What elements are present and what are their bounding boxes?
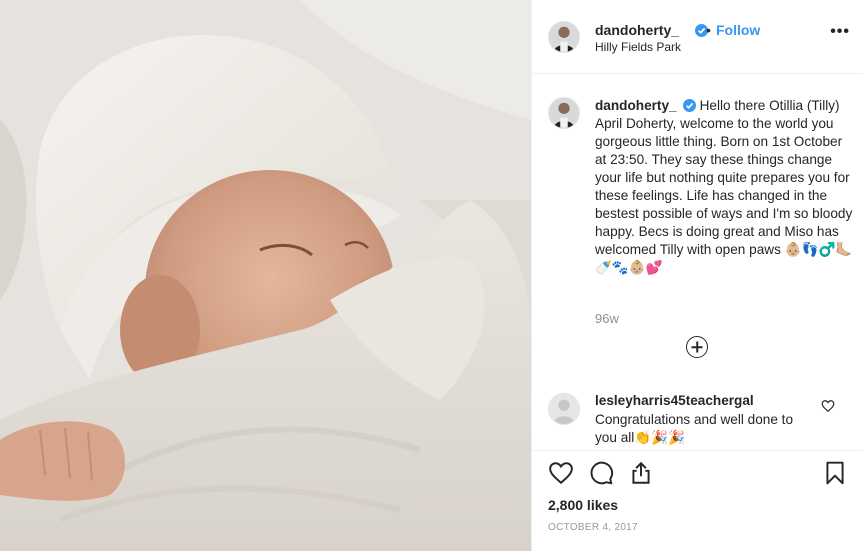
post-photo[interactable] — [0, 0, 531, 551]
comment-icon[interactable] — [588, 460, 614, 486]
share-icon[interactable] — [628, 460, 654, 486]
post-sidebar: dandoherty_ • Follow Hilly Fields Park •… — [531, 0, 863, 551]
instagram-post: dandoherty_ • Follow Hilly Fields Park •… — [0, 0, 863, 551]
caption-username[interactable]: dandoherty_ — [595, 98, 677, 113]
caption-text: Hello there Otillia (Tilly) April Dohert… — [595, 98, 853, 275]
likes-count[interactable]: 2,800 likes — [548, 497, 618, 513]
caption-avatar[interactable] — [548, 97, 580, 129]
post-caption: dandoherty_ Hello there Otillia (Tilly) A… — [595, 97, 853, 277]
commenter-avatar[interactable] — [548, 393, 580, 425]
post-date[interactable]: OCTOBER 4, 2017 — [548, 522, 638, 533]
follow-button[interactable]: Follow — [716, 22, 760, 38]
location-link[interactable]: Hilly Fields Park — [595, 40, 681, 54]
comment-username[interactable]: lesleyharris45teachergal — [595, 393, 754, 408]
comment-like-heart-icon[interactable] — [821, 399, 835, 413]
newborn-photo — [0, 0, 531, 551]
default-avatar-icon — [549, 394, 579, 424]
more-options-icon[interactable]: ••• — [830, 24, 850, 40]
avatar[interactable] — [548, 21, 580, 53]
load-more-comments-icon[interactable] — [686, 336, 708, 358]
separator-dot: • — [706, 22, 711, 38]
post-age[interactable]: 96w — [595, 311, 619, 326]
profile-picture-icon — [549, 98, 579, 128]
profile-picture-icon — [549, 22, 579, 52]
header-username[interactable]: dandoherty_ — [595, 22, 679, 38]
post-header: dandoherty_ • Follow Hilly Fields Park •… — [532, 0, 863, 74]
verified-badge-icon — [682, 99, 696, 112]
comment-text: Congratulations and well done to you all… — [595, 412, 793, 445]
heart-icon[interactable] — [548, 460, 574, 486]
bookmark-icon[interactable] — [822, 460, 848, 486]
